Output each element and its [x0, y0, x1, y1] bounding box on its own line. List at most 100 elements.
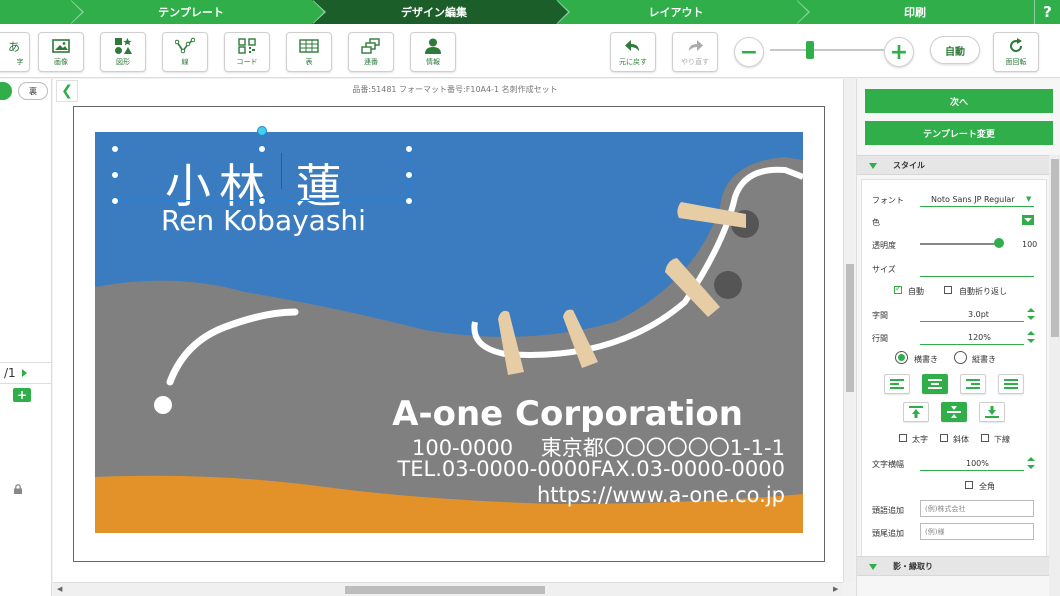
size-auto-checkbox[interactable]: ✓ — [894, 284, 902, 294]
table-tool-button[interactable]: 表 — [286, 32, 332, 72]
text-tool-button[interactable]: あ 字 — [0, 32, 30, 72]
left-panel: 裏 /1 + — [0, 79, 52, 596]
chevron-left-icon: ❮ — [61, 83, 73, 99]
card-url-text[interactable]: https://www.a-one.co.jp — [537, 483, 785, 507]
next-button[interactable]: 次へ — [865, 89, 1053, 113]
shape-tool-label: 図形 — [116, 58, 130, 66]
horizontal-writing-radio[interactable] — [895, 351, 908, 364]
resize-handle-e[interactable] — [405, 171, 413, 179]
help-button[interactable]: ? — [1034, 0, 1060, 24]
add-page-button[interactable]: + — [13, 388, 31, 402]
italic-checkbox[interactable] — [940, 434, 948, 442]
char-width-value[interactable]: 100% — [966, 459, 989, 468]
suffix-input[interactable]: (例)様 — [920, 523, 1034, 540]
card-name-roman-text[interactable]: Ren Kobayashi — [161, 204, 366, 237]
front-side-toggle[interactable] — [0, 82, 12, 100]
text-cursor — [281, 153, 282, 189]
right-panel-scrollbar[interactable] — [1049, 155, 1060, 596]
auto-fit-button[interactable]: 自動 — [930, 36, 980, 64]
lock-icon[interactable] — [13, 484, 23, 494]
shape-tool-button[interactable]: 図形 — [100, 32, 146, 72]
style-panel: フォント Noto Sans JP Regular ▼ 色 透明度 100 サイ… — [861, 179, 1047, 557]
shadow-outline-section-title: 影・縁取り — [893, 561, 933, 571]
align-center-icon — [928, 379, 942, 389]
align-left-button[interactable] — [884, 374, 910, 394]
opacity-slider-track[interactable] — [920, 243, 1000, 245]
scroll-thumb[interactable] — [345, 586, 545, 594]
style-section-header[interactable]: スタイル — [857, 155, 1049, 175]
redo-icon — [689, 40, 703, 51]
change-template-button[interactable]: テンプレート変更 — [865, 121, 1053, 145]
resize-handle-se[interactable] — [405, 197, 413, 205]
card-company-text[interactable]: A-one Corporation — [392, 394, 743, 434]
valign-top-button[interactable] — [903, 402, 929, 422]
font-underline — [920, 206, 1034, 207]
font-label: フォント — [872, 196, 904, 205]
step-design-edit[interactable]: デザイン編集 — [312, 0, 570, 24]
canvas-horizontal-scrollbar[interactable] — [53, 582, 843, 596]
rotation-handle[interactable] — [257, 126, 267, 136]
step-previous — [0, 0, 84, 24]
step-template[interactable]: テンプレート — [70, 0, 326, 24]
dropdown-arrow-icon[interactable]: ▼ — [1026, 195, 1031, 203]
resize-handle-n[interactable] — [258, 145, 266, 153]
zoom-out-button[interactable]: − — [734, 37, 764, 67]
scroll-thumb[interactable] — [846, 264, 854, 392]
align-right-button[interactable] — [960, 374, 986, 394]
line-tool-button[interactable]: 線 — [162, 32, 208, 72]
prefix-input[interactable]: (例)株式会社 — [920, 500, 1034, 517]
letter-spacing-value[interactable]: 3.0pt — [968, 310, 989, 319]
resize-handle-ne[interactable] — [405, 145, 413, 153]
zoom-slider-track[interactable] — [770, 49, 884, 51]
next-page-icon[interactable] — [21, 369, 27, 377]
resize-handle-sw[interactable] — [111, 197, 119, 205]
card-tel-fax-text[interactable]: TEL.03-0000-0000FAX.03-0000-0000 — [397, 457, 785, 481]
step-template-label: テンプレート — [158, 6, 224, 19]
back-side-toggle[interactable]: 裏 — [18, 82, 48, 100]
zoom-slider-thumb[interactable] — [806, 41, 814, 59]
app-window: テンプレート デザイン編集 レイアウト 印刷 ? あ 字 画像 図形 線 コード… — [0, 0, 1060, 596]
step-layout[interactable]: レイアウト — [556, 0, 810, 24]
text-tool-label: 字 — [16, 57, 24, 66]
align-justify-button[interactable] — [998, 374, 1024, 394]
line-spacing-stepper-icon[interactable] — [1027, 330, 1035, 344]
info-tool-button[interactable]: 情報 — [410, 32, 456, 72]
redo-button[interactable]: やり直す — [672, 32, 718, 72]
resize-handle-nw[interactable] — [111, 145, 119, 153]
vertical-writing-radio[interactable] — [954, 351, 967, 364]
align-center-button[interactable] — [922, 374, 948, 394]
canvas-vertical-scrollbar[interactable] — [843, 79, 855, 582]
scroll-left-arrow-icon[interactable]: ◀ — [57, 585, 62, 593]
underline-label: 下線 — [994, 435, 1010, 444]
color-picker-button[interactable] — [1022, 215, 1034, 225]
scroll-right-arrow-icon[interactable]: ▶ — [833, 585, 838, 593]
bold-checkbox[interactable] — [899, 434, 907, 442]
valign-middle-button[interactable] — [941, 402, 967, 422]
product-info: 品番:51481 フォーマット番号:F10A4-1 名刺作成セット — [352, 85, 558, 94]
collapse-panel-button[interactable]: ❮ — [56, 80, 78, 102]
undo-button[interactable]: 元に戻す — [610, 32, 656, 72]
rotate-side-button[interactable]: 面回転 — [993, 32, 1039, 72]
page-indicator: /1 — [0, 362, 52, 384]
zoom-in-button[interactable]: + — [884, 37, 914, 67]
step-print[interactable]: 印刷 — [796, 0, 1034, 24]
auto-wrap-checkbox[interactable] — [944, 286, 952, 294]
char-width-stepper-icon[interactable] — [1027, 456, 1035, 470]
letter-spacing-label: 字間 — [872, 311, 888, 320]
opacity-slider-thumb[interactable] — [994, 238, 1004, 248]
font-select[interactable]: Noto Sans JP Regular — [931, 195, 1015, 204]
line-spacing-value[interactable]: 120% — [968, 333, 991, 342]
image-tool-button[interactable]: 画像 — [38, 32, 84, 72]
scroll-thumb[interactable] — [1051, 159, 1059, 337]
letter-spacing-stepper-icon[interactable] — [1027, 307, 1035, 321]
underline-checkbox[interactable] — [981, 434, 989, 442]
size-label: サイズ — [872, 265, 896, 274]
shadow-outline-section-header[interactable]: 影・縁取り — [857, 556, 1049, 576]
code-tool-button[interactable]: コード — [224, 32, 270, 72]
selection-box[interactable] — [115, 149, 409, 201]
valign-bottom-button[interactable] — [979, 402, 1005, 422]
resize-handle-w[interactable] — [111, 171, 119, 179]
serial-tool-button[interactable]: 連番 — [348, 32, 394, 72]
resize-handle-s[interactable] — [258, 197, 266, 205]
fullwidth-checkbox[interactable] — [965, 481, 973, 489]
